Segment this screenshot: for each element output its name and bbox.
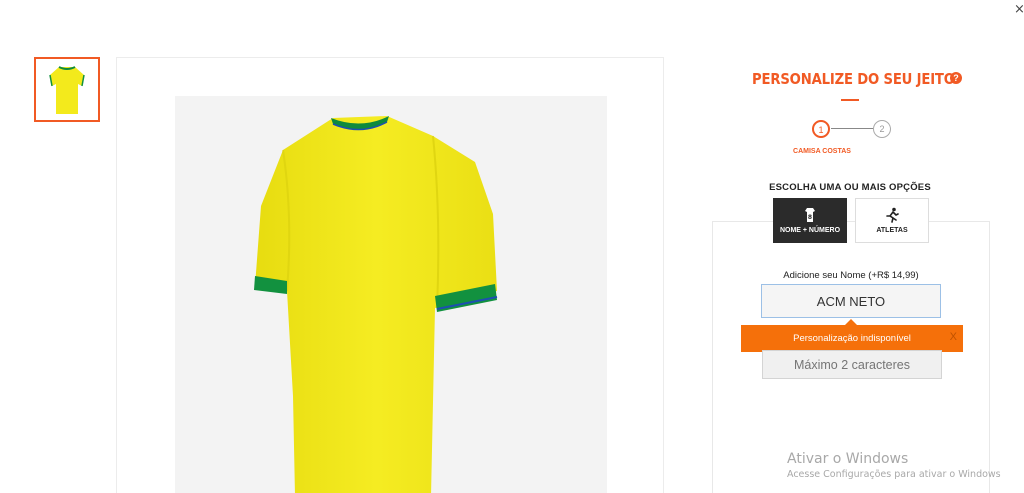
personalize-title: PERSONALIZE DO SEU JEITO [752,70,955,88]
error-close-button[interactable]: X [950,331,957,343]
jersey-icon: 8 [805,208,815,222]
product-thumbnail[interactable] [34,57,100,122]
number-input[interactable] [762,350,942,379]
error-tooltip: Personalização indisponível X [741,325,963,352]
option-name-number-label: NOME + NÚMERO [779,227,841,234]
option-athletes-button[interactable]: ATLETAS [855,198,929,243]
name-input[interactable] [761,284,941,318]
step-indicator: 1 2 [812,120,892,140]
help-icon[interactable]: ? [950,72,962,84]
option-name-number-button[interactable]: 8 NOME + NÚMERO [773,198,847,243]
name-field-label: Adicione seu Nome (+R$ 14,99) [783,270,919,281]
product-customization-page: × PERSONALIZE DO SEU JEITO ? 1 2 CAMISA … [0,0,1024,493]
product-image-background [175,96,607,493]
svg-text:8: 8 [808,214,812,221]
product-image-viewer [116,57,664,493]
options-heading: ESCOLHA UMA OU MAIS OPÇÕES [769,182,931,193]
step-connector [831,128,873,129]
option-athletes-label: ATLETAS [876,227,908,234]
step-1-label: CAMISA COSTAS [793,148,851,155]
shirt-back-image[interactable] [175,96,607,493]
shirt-thumbnail-image [49,65,85,114]
watermark-subtitle: Acesse Configurações para ativar o Windo… [787,469,1001,480]
runner-icon [886,207,899,223]
step-2-circle[interactable]: 2 [873,120,891,138]
windows-activation-watermark: Ativar o Windows Acesse Configurações pa… [787,451,1001,480]
title-underline [841,99,859,101]
personalize-header: PERSONALIZE DO SEU JEITO ? [752,70,982,88]
step-1-circle[interactable]: 1 [812,120,830,138]
error-message: Personalização indisponível [793,333,911,344]
close-icon[interactable]: × [1014,2,1024,17]
watermark-title: Ativar o Windows [787,451,909,467]
